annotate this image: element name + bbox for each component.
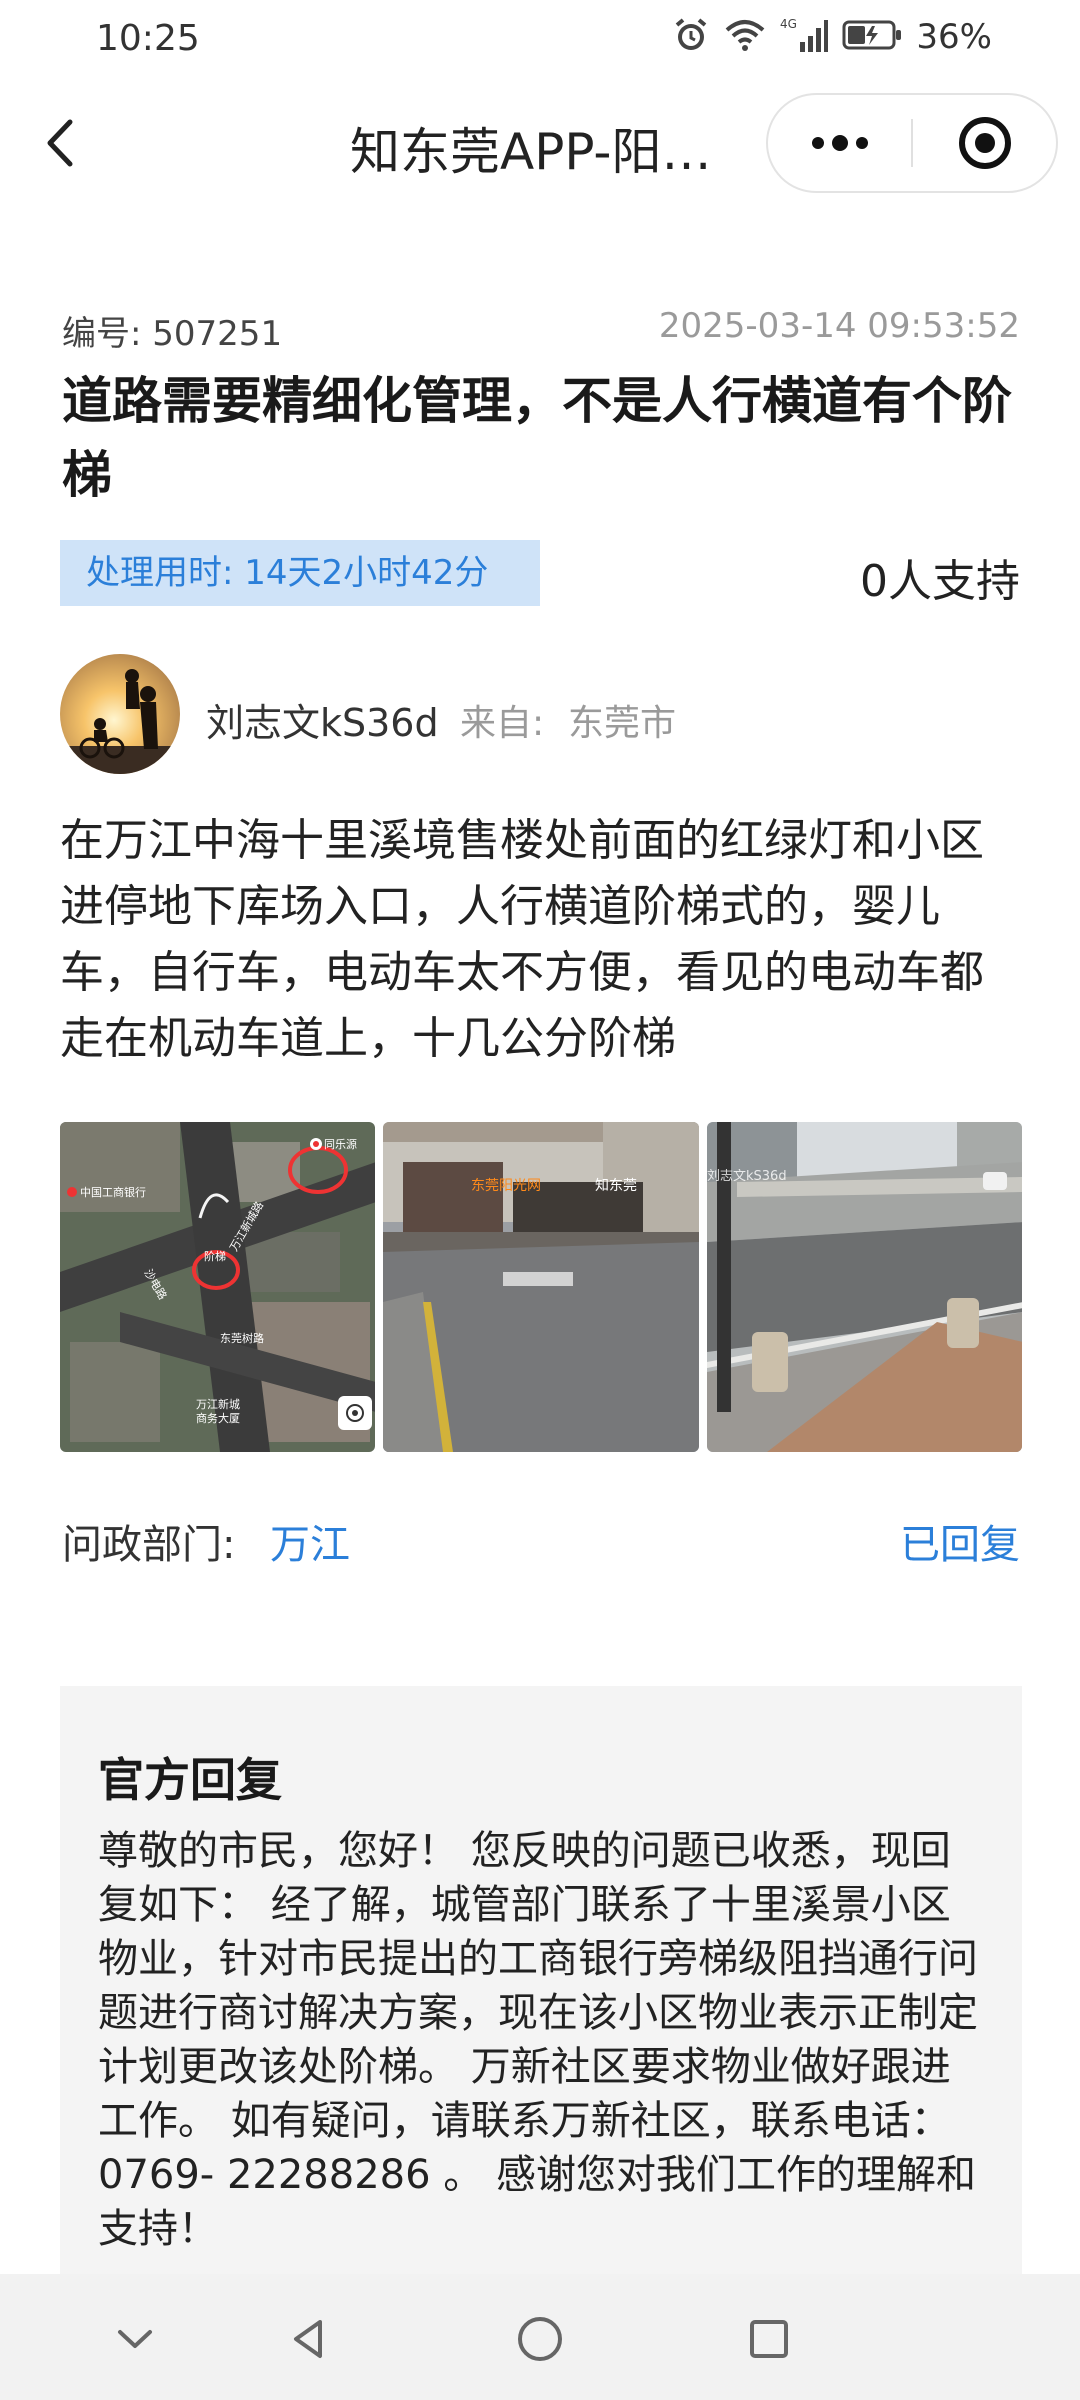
department-link[interactable]: 万江: [270, 1512, 350, 1570]
wifi-icon: [724, 18, 766, 56]
collapse-button[interactable]: [90, 2294, 180, 2384]
issue-timestamp: 2025-03-14 09:53:52: [658, 306, 1020, 346]
home-circle-icon: [518, 2317, 562, 2361]
back-icon: [47, 119, 73, 167]
home-button[interactable]: [495, 2294, 585, 2384]
support-count[interactable]: 0人支持: [860, 545, 1020, 609]
signal-icon: 4G: [780, 16, 829, 58]
from-city: 东莞市: [568, 703, 677, 744]
issue-id-value: 507251: [152, 314, 283, 354]
photo-gallery: 中国工商银行 同乐源 阶梯 沙电路 万江新城路 东莞树路 万江新城 商务大厦 东…: [60, 1122, 1022, 1452]
page-title: 知东莞APP-阳…: [350, 123, 712, 181]
official-reply-card: 官方回复 尊敬的市民，您好！ 您反映的问题已收悉，现回复如下： 经了解，城管部门…: [60, 1686, 1022, 2286]
battery-icon: [842, 18, 902, 56]
map-photo[interactable]: 中国工商银行 同乐源 阶梯 沙电路 万江新城路 东莞树路 万江新城 商务大厦: [60, 1122, 376, 1452]
more-dots-icon: [812, 135, 868, 151]
street-photo-2[interactable]: 刘志文kS36d: [706, 1122, 1022, 1452]
more-button[interactable]: [768, 95, 912, 191]
map-label-marker: 阶梯: [204, 1249, 226, 1263]
issue-id-label: 编号:: [62, 314, 142, 354]
department-label: 问政部门:: [62, 1522, 236, 1568]
avatar[interactable]: [60, 654, 180, 774]
mini-program-capsule: [766, 93, 1058, 193]
issue-id: 编号: 507251: [62, 306, 282, 355]
street-photo-1[interactable]: 东莞阳光网 知东莞: [383, 1122, 699, 1452]
battery-percent: 36%: [916, 17, 992, 57]
status-icons: 4G 36%: [672, 16, 992, 58]
processing-duration-badge: 处理用时: 14天2小时42分: [60, 540, 540, 606]
from-label: 来自:: [460, 703, 545, 744]
status-bar: 10:25 4G 36%: [0, 0, 1080, 80]
issue-description: 在万江中海十里溪境售楼处前面的红绿灯和小区进停地下库场入口，人行横道阶梯式的，婴…: [60, 815, 984, 1064]
system-nav-bar: [0, 2274, 1080, 2400]
reply-status: 已回复: [900, 1522, 1020, 1568]
map-label-district: 万江新城: [196, 1397, 240, 1411]
map-label-bank: 中国工商银行: [80, 1185, 146, 1199]
watermark-user: 刘志文kS36d: [707, 1169, 787, 1184]
capsule-divider: [911, 119, 913, 167]
reply-title: 官方回复: [98, 1753, 282, 1807]
watermark-zhi: 知东莞: [595, 1177, 637, 1194]
watermark-sun: 东莞阳光网: [471, 1178, 541, 1194]
back-button[interactable]: [36, 110, 96, 176]
back-triangle-icon: [294, 2320, 322, 2358]
status-time: 10:25: [96, 18, 200, 59]
map-label-top-right: 同乐源: [324, 1137, 357, 1151]
recents-square-icon: [750, 2320, 788, 2358]
recents-button[interactable]: [724, 2294, 814, 2384]
reply-text: 尊敬的市民，您好！ 您反映的问题已收悉，现回复如下： 经了解，城管部门联系了十里…: [98, 1828, 978, 2252]
department-row: 问政部门: 万江 已回复: [62, 1512, 1020, 1568]
system-back-button[interactable]: [264, 2294, 354, 2384]
alarm-icon: [672, 16, 710, 58]
close-target-icon: [959, 117, 1011, 169]
author-name[interactable]: 刘志文kS36d: [206, 692, 439, 747]
map-label-bottom-road: 东莞树路: [220, 1331, 264, 1345]
map-label-district2: 商务大厦: [196, 1411, 240, 1425]
issue-meta-row: 编号: 507251 2025-03-14 09:53:52: [62, 306, 1020, 355]
close-button[interactable]: [914, 95, 1056, 191]
network-type-label: 4G: [780, 17, 797, 31]
issue-title: 道路需要精细化管理，不是人行横道有个阶梯: [62, 372, 1012, 504]
mini-program-nav-bar: 知东莞APP-阳…: [0, 88, 1080, 198]
collapse-chevron-icon: [118, 2330, 152, 2348]
